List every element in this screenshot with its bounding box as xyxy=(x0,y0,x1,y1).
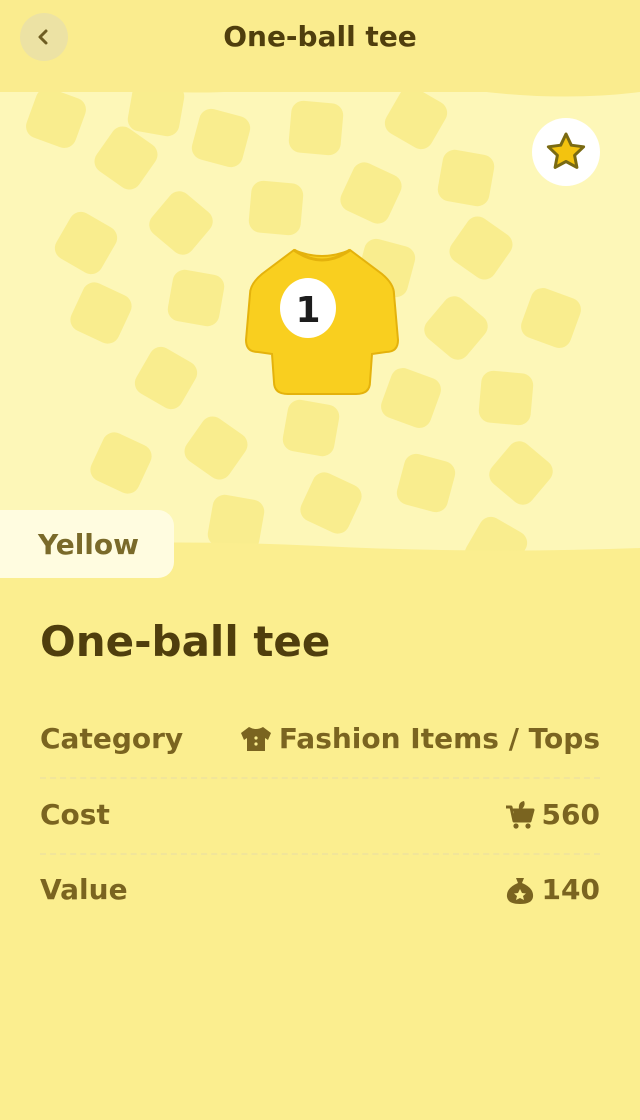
color-variant-tab[interactable]: Yellow xyxy=(0,510,174,578)
background-tile xyxy=(435,147,497,209)
value-label: Value xyxy=(40,873,128,906)
cost-row: Cost 560 xyxy=(40,777,600,852)
shirt-icon xyxy=(240,726,271,751)
category-label: Category xyxy=(40,722,184,755)
background-tile xyxy=(247,179,305,237)
item-name: One-ball tee xyxy=(40,617,331,666)
background-tile xyxy=(280,397,342,459)
background-tile xyxy=(50,207,122,279)
background-tile xyxy=(144,186,218,260)
sell-value: 140 xyxy=(504,873,600,906)
sell-value-text: 140 xyxy=(541,873,600,906)
bell-bag-icon xyxy=(506,877,533,904)
background-tile xyxy=(419,291,493,365)
category-row: Category Fashion Items / Tops xyxy=(40,701,600,776)
header-wave xyxy=(0,78,640,97)
one-ball-tee-image: 1 xyxy=(242,244,402,398)
cost-label: Cost xyxy=(40,798,110,831)
category-value-text: Fashion Items / Tops xyxy=(278,722,600,755)
background-tile xyxy=(179,411,253,485)
background-tile xyxy=(484,436,558,510)
background-tile xyxy=(86,428,156,498)
background-tile xyxy=(444,211,518,285)
star-icon xyxy=(546,132,586,169)
cost-value: 560 xyxy=(504,798,600,831)
category-value: Fashion Items / Tops xyxy=(239,722,600,755)
value-row: Value 140 xyxy=(40,852,600,927)
cost-value-text: 560 xyxy=(541,798,600,831)
page-title: One-ball tee xyxy=(223,20,417,53)
shirt-number: 1 xyxy=(295,290,320,331)
shopping-cart-icon xyxy=(505,800,535,829)
background-tile xyxy=(394,451,458,515)
background-tile xyxy=(336,158,406,228)
background-tile xyxy=(66,278,136,348)
favorite-button[interactable] xyxy=(532,118,600,186)
background-tile xyxy=(130,342,202,414)
background-tile xyxy=(165,267,227,329)
background-tile xyxy=(477,369,535,427)
background-tile xyxy=(517,284,585,352)
